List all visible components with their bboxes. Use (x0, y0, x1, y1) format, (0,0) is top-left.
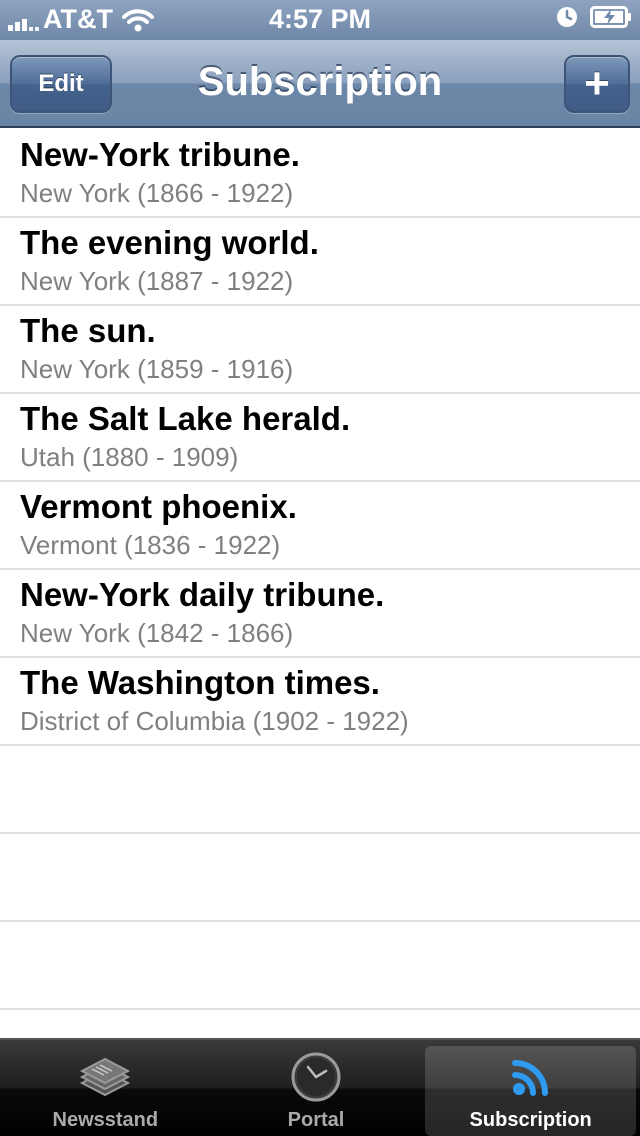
tab-label: Newsstand (52, 1109, 159, 1131)
status-time: 4:57 PM (268, 4, 372, 34)
empty-row (0, 746, 640, 834)
newspaper-location-years: New York (1866 - 1922) (20, 178, 294, 208)
newspaper-location-years: New York (1842 - 1866) (20, 618, 294, 648)
tab-subscription[interactable]: Subscription (425, 1046, 637, 1136)
tab-newsstand[interactable]: Newsstand (0, 1040, 211, 1136)
tab-label: Portal (287, 1109, 345, 1131)
newspaper-title: The evening world. (20, 224, 319, 261)
tab-bar: Newsstand Portal Subscription (0, 1038, 640, 1136)
newspaper-location-years: Vermont (1836 - 1922) (20, 530, 281, 560)
add-subscription-button[interactable]: + (564, 55, 630, 113)
newspaper-title: The sun. (20, 312, 156, 349)
list-item[interactable]: The evening world. New York (1887 - 1922… (0, 218, 640, 306)
newspaper-title: New-York tribune. (20, 136, 300, 173)
empty-row (0, 834, 640, 922)
newspaper-title: New-York daily tribune. (20, 576, 385, 613)
status-bar: AT&T 4:57 PM (0, 0, 640, 40)
alarm-clock-icon (557, 7, 577, 27)
navigation-bar: Edit Subscription + (0, 40, 640, 128)
newspaper-location-years: District of Columbia (1902 - 1922) (20, 706, 409, 736)
tab-portal[interactable]: Portal (211, 1040, 422, 1136)
list-item[interactable]: The sun. New York (1859 - 1916) (0, 306, 640, 394)
plus-icon: + (584, 59, 610, 108)
newspaper-title: Vermont phoenix. (20, 488, 297, 525)
list-item[interactable]: Vermont phoenix. Vermont (1836 - 1922) (0, 482, 640, 570)
newspaper-location-years: New York (1887 - 1922) (20, 266, 294, 296)
newspaper-stack-icon (78, 1050, 132, 1104)
subscription-list: New-York tribune. New York (1866 - 1922)… (0, 130, 640, 1010)
list-item[interactable]: New-York tribune. New York (1866 - 1922) (0, 130, 640, 218)
battery-charging-icon (590, 6, 631, 28)
newspaper-location-years: New York (1859 - 1916) (20, 354, 294, 384)
status-right-group (556, 6, 632, 28)
page-title: Subscription (197, 60, 443, 104)
empty-row (0, 922, 640, 1010)
rss-feed-icon (509, 1050, 553, 1104)
tab-label: Subscription (469, 1109, 592, 1131)
list-item[interactable]: New-York daily tribune. New York (1842 -… (0, 570, 640, 658)
list-item[interactable]: The Salt Lake herald. Utah (1880 - 1909) (0, 394, 640, 482)
clock-icon (290, 1050, 342, 1104)
newspaper-location-years: Utah (1880 - 1909) (20, 442, 239, 472)
list-item[interactable]: The Washington times. District of Columb… (0, 658, 640, 746)
newspaper-title: The Washington times. (20, 664, 380, 701)
newspaper-title: The Salt Lake herald. (20, 400, 351, 437)
